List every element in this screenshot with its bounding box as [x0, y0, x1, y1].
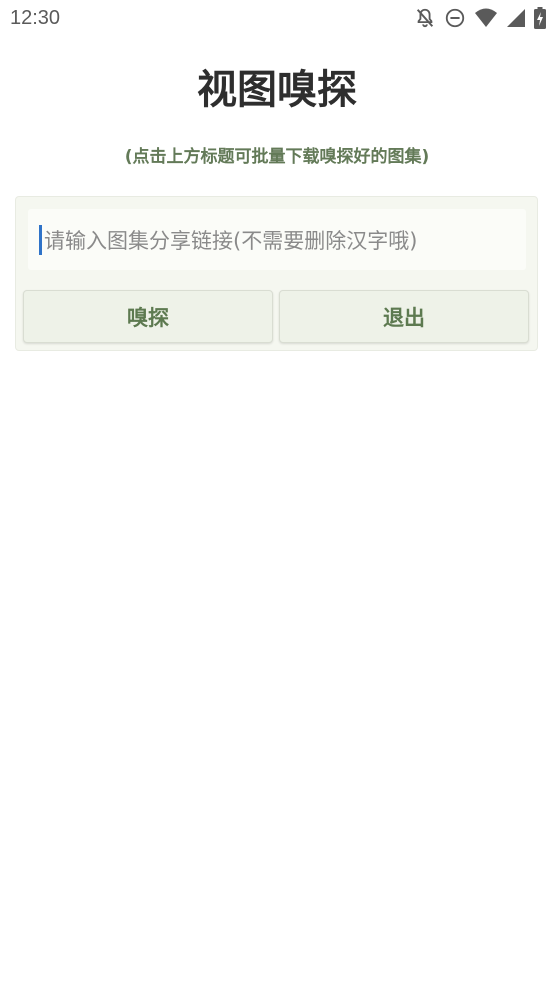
exit-button[interactable]: 退出: [279, 290, 529, 343]
cellular-signal-icon: [506, 7, 526, 29]
battery-charging-icon: [534, 7, 546, 29]
status-icons: [414, 7, 546, 29]
text-cursor: [39, 225, 42, 255]
page-subtitle: (点击上方标题可批量下载嗅探好的图集): [124, 147, 430, 167]
page-title[interactable]: 视图嗅探: [0, 64, 554, 116]
notifications-off-icon: [414, 7, 436, 29]
link-input-card: 请输入图集分享链接(不需要删除汉字哦) 嗅探 退出: [15, 196, 538, 351]
wifi-icon: [474, 7, 498, 29]
do-not-disturb-icon: [444, 7, 466, 29]
sniff-button[interactable]: 嗅探: [23, 290, 273, 343]
status-time: 12:30: [10, 7, 61, 29]
status-bar: 12:30: [0, 0, 554, 38]
share-link-input[interactable]: 请输入图集分享链接(不需要删除汉字哦): [28, 209, 526, 270]
share-link-placeholder: 请输入图集分享链接(不需要删除汉字哦): [44, 228, 418, 253]
